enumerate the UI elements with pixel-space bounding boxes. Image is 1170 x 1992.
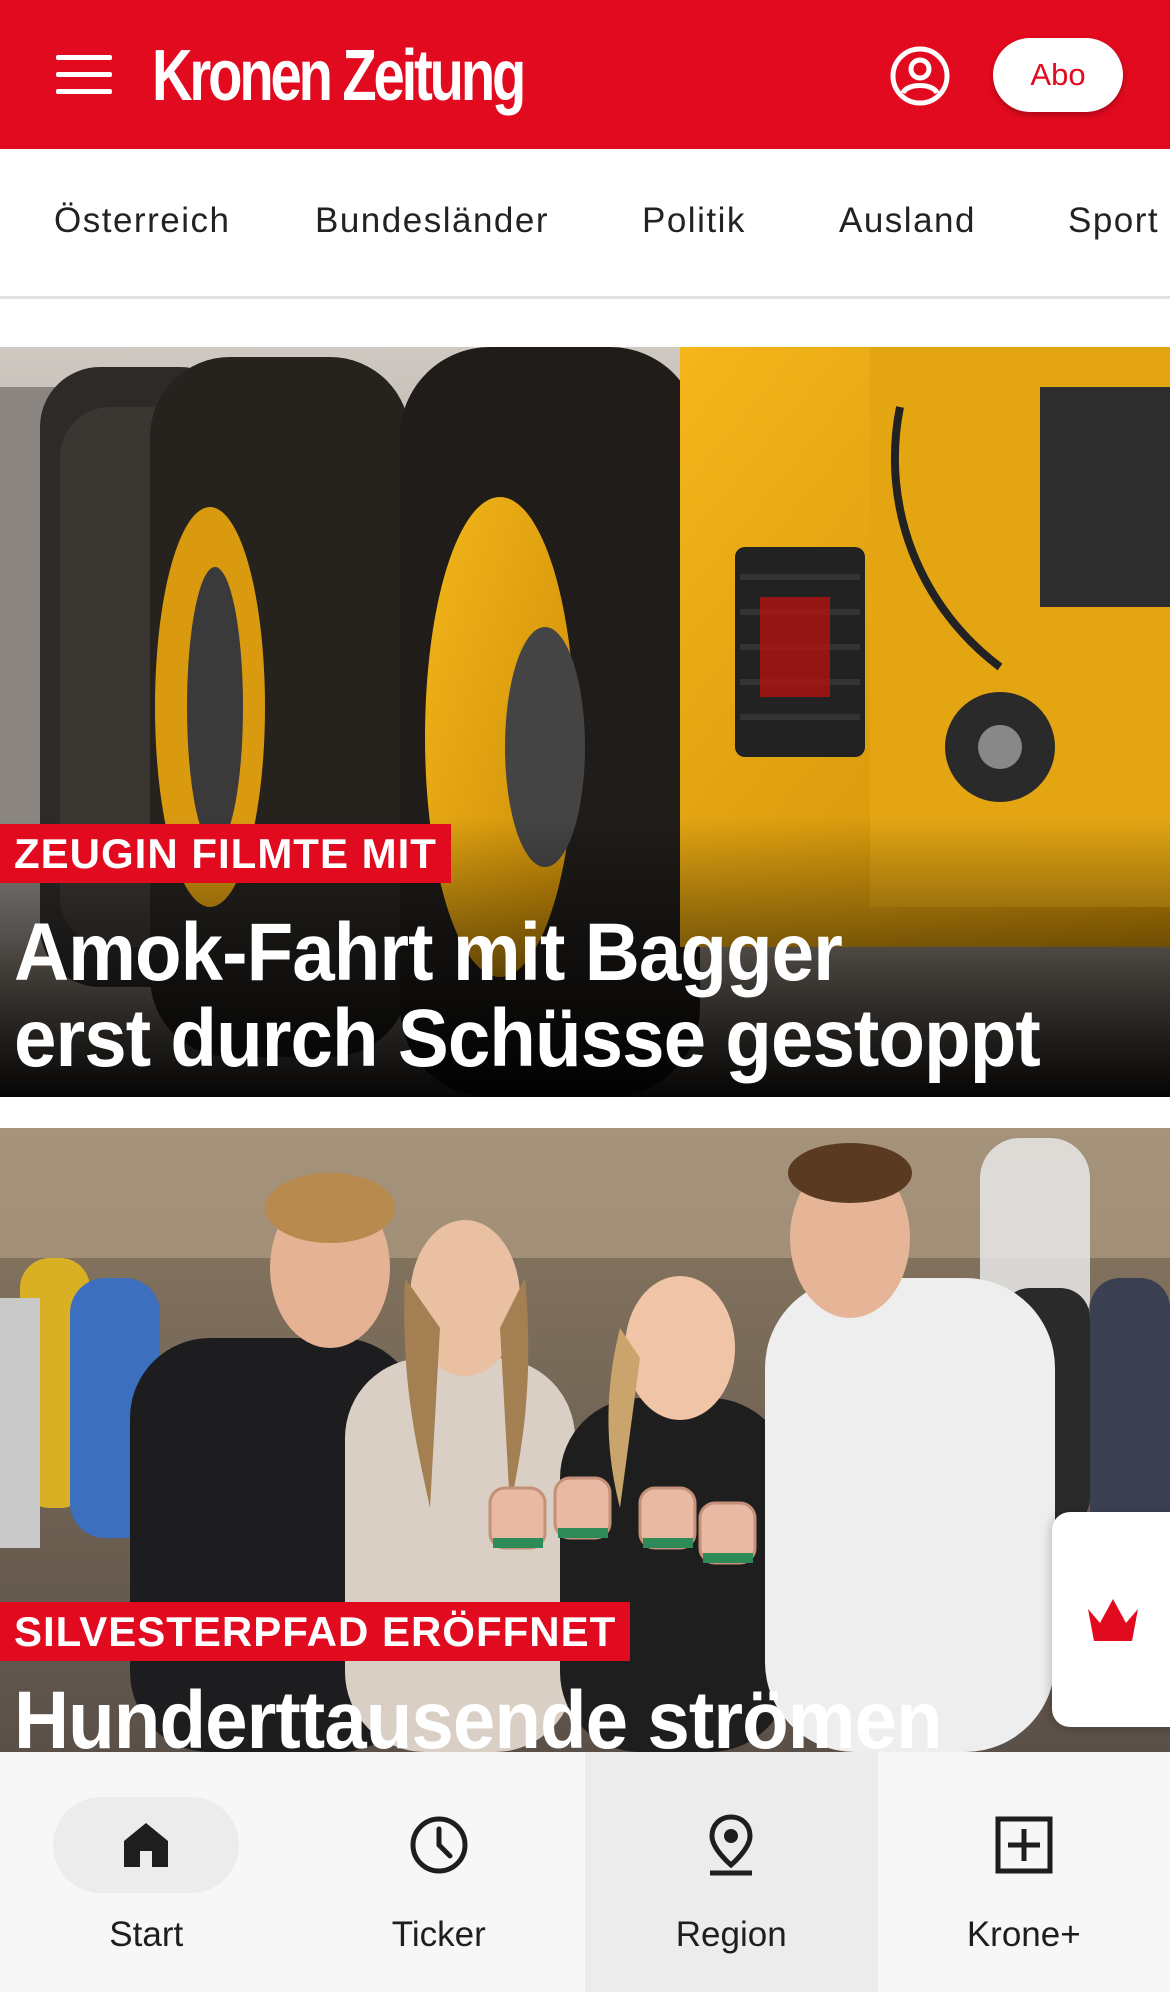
article-headline: Hunderttausende strömen bbox=[14, 1675, 943, 1753]
nav-start[interactable]: Start bbox=[0, 1752, 293, 1992]
tab-politik[interactable]: Politik bbox=[642, 201, 746, 241]
abo-button[interactable]: Abo bbox=[993, 38, 1123, 112]
tab-sport[interactable]: Sport bbox=[1068, 201, 1159, 241]
tab-ausland[interactable]: Ausland bbox=[839, 201, 976, 241]
article-card[interactable]: SILVESTERPFAD ERÖFFNET Hunderttausende s… bbox=[0, 1128, 1170, 1752]
clock-icon bbox=[410, 1816, 468, 1874]
crown-icon bbox=[1088, 1598, 1138, 1641]
account-icon[interactable] bbox=[889, 45, 951, 107]
plus-box-icon bbox=[995, 1816, 1053, 1874]
article-kicker: SILVESTERPFAD ERÖFFNET bbox=[0, 1602, 631, 1661]
nav-region[interactable]: Region bbox=[585, 1752, 878, 1992]
bottom-navigation: Start Ticker Region Krone+ bbox=[0, 1752, 1170, 1992]
article-kicker: ZEUGIN FILMTE MIT bbox=[0, 824, 451, 883]
location-pin-icon bbox=[709, 1814, 753, 1876]
top-app-bar: Kronen Zeitung Abo bbox=[0, 0, 1170, 149]
article-headline: Amok-Fahrt mit Bagger erst durch Schüsse… bbox=[14, 907, 1041, 1084]
tab-bundeslaender[interactable]: Bundesländer bbox=[315, 201, 549, 241]
nav-label: Region bbox=[675, 1915, 787, 1954]
nav-label: Start bbox=[109, 1915, 184, 1954]
logo[interactable]: Kronen Zeitung bbox=[152, 36, 526, 116]
article-card[interactable]: ZEUGIN FILMTE MIT Amok-Fahrt mit Bagger … bbox=[0, 347, 1170, 1097]
nav-label: Krone+ bbox=[966, 1915, 1081, 1954]
nav-krone-plus[interactable]: Krone+ bbox=[878, 1752, 1170, 1992]
hamburger-menu-icon[interactable] bbox=[56, 55, 112, 95]
krone-floating-button[interactable] bbox=[1052, 1512, 1170, 1727]
nav-ticker[interactable]: Ticker bbox=[293, 1752, 586, 1992]
home-icon bbox=[124, 1823, 169, 1867]
nav-label: Ticker bbox=[391, 1915, 486, 1954]
category-tabs: Österreich Bundesländer Politik Ausland … bbox=[0, 149, 1170, 299]
tab-oesterreich[interactable]: Österreich bbox=[54, 201, 230, 241]
